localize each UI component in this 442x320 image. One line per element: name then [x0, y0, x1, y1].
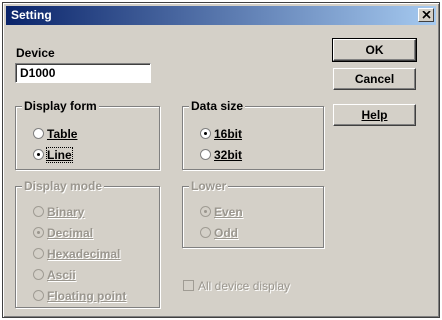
radio-decimal[interactable]: Decimal [33, 226, 93, 240]
radio-odd-indicator [200, 227, 211, 238]
close-icon [422, 11, 431, 19]
all-device-display-label: All device display [198, 279, 291, 293]
radio-floating-point-indicator [33, 290, 44, 301]
all-device-display-box [183, 280, 194, 291]
radio-table-label: Table [47, 127, 78, 141]
radio-hexadecimal-indicator [33, 248, 44, 259]
radio-odd-label: Odd [214, 226, 238, 240]
all-device-display-checkbox[interactable]: All device display [183, 279, 290, 293]
radio-decimal-label: Decimal [47, 226, 94, 240]
radio-binary-indicator [33, 206, 44, 217]
lower-title: Lower [189, 179, 229, 193]
help-button[interactable]: Help [333, 104, 416, 126]
help-button-label: Help [361, 108, 388, 122]
radio-even-label: Even [214, 205, 243, 219]
ok-button[interactable]: OK [332, 38, 417, 62]
radio-line-label: Line [46, 147, 73, 163]
radio-table-indicator [33, 128, 44, 139]
radio-even-indicator [200, 206, 211, 217]
device-input[interactable]: D1000 [15, 63, 151, 83]
radio-32bit-indicator [200, 149, 211, 160]
radio-line-indicator [33, 149, 44, 160]
cancel-button[interactable]: Cancel [333, 68, 416, 90]
radio-ascii-label: Ascii [47, 268, 76, 282]
display-mode-title: Display mode [22, 179, 105, 193]
title-bar[interactable]: Setting [6, 6, 436, 25]
radio-16bit[interactable]: 16bit [200, 127, 242, 141]
display-form-title: Display form [22, 99, 99, 113]
radio-32bit-label: 32bit [214, 148, 243, 162]
radio-16bit-label: 16bit [214, 127, 243, 141]
window-title: Setting [11, 8, 52, 22]
radio-binary[interactable]: Binary [33, 205, 84, 219]
radio-odd[interactable]: Odd [200, 226, 238, 240]
radio-decimal-indicator [33, 227, 44, 238]
radio-even[interactable]: Even [200, 205, 243, 219]
device-label: Device [16, 46, 55, 60]
radio-hexadecimal-label: Hexadecimal [47, 247, 121, 261]
radio-line[interactable]: Line [33, 147, 73, 163]
radio-ascii[interactable]: Ascii [33, 268, 76, 282]
radio-binary-label: Binary [47, 205, 85, 219]
radio-table[interactable]: Table [33, 127, 77, 141]
close-button[interactable] [418, 8, 434, 22]
radio-16bit-indicator [200, 128, 211, 139]
radio-floating-point-label: Floating point [47, 289, 127, 303]
data-size-title: Data size [189, 99, 246, 113]
radio-hexadecimal[interactable]: Hexadecimal [33, 247, 120, 261]
radio-32bit[interactable]: 32bit [200, 148, 242, 162]
radio-floating-point[interactable]: Floating point [33, 289, 126, 303]
radio-ascii-indicator [33, 269, 44, 280]
